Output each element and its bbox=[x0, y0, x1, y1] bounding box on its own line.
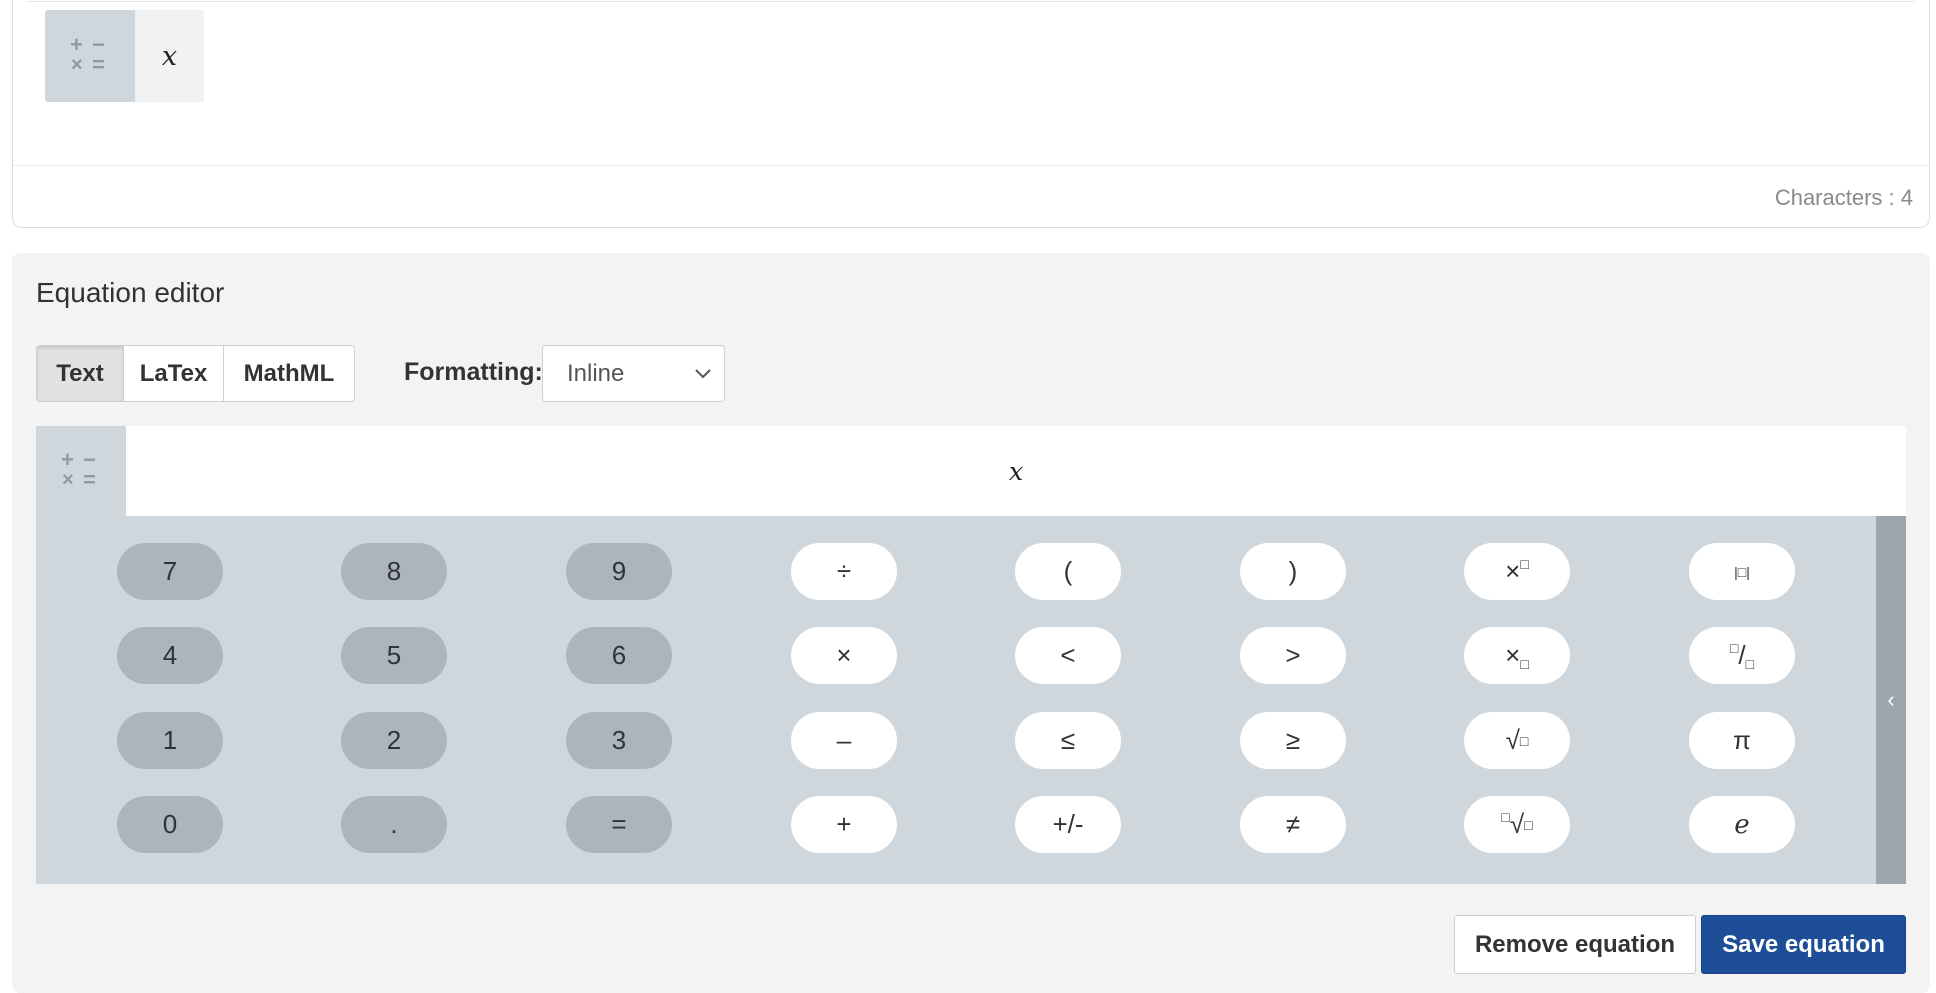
equation-chip-value: x bbox=[135, 10, 204, 102]
key-0[interactable]: 0 bbox=[117, 796, 223, 853]
key-greater-equal[interactable]: ≥ bbox=[1240, 712, 1346, 769]
key-decimal[interactable]: . bbox=[341, 796, 447, 853]
key-less-equal[interactable]: ≤ bbox=[1015, 712, 1121, 769]
mode-text-button[interactable]: Text bbox=[37, 346, 124, 401]
mode-toggle-group: Text LaTex MathML bbox=[36, 345, 355, 402]
keypad-collapse-toggle[interactable]: ‹ bbox=[1876, 516, 1906, 884]
answer-card: + − × = x Characters : 4 bbox=[12, 0, 1930, 228]
key-euler-e[interactable]: e bbox=[1689, 796, 1795, 853]
math-input-area: + − × = x 7 8 9 ÷ ( ) × □ |□| 4 5 6 × < > × □… bbox=[36, 426, 1906, 884]
key-greater-than[interactable]: > bbox=[1240, 627, 1346, 684]
key-not-equal[interactable]: ≠ bbox=[1240, 796, 1346, 853]
key-plus-minus[interactable]: +/- bbox=[1015, 796, 1121, 853]
key-divide[interactable]: ÷ bbox=[791, 543, 897, 600]
chevron-down-icon bbox=[695, 369, 711, 379]
key-open-paren[interactable]: ( bbox=[1015, 543, 1121, 600]
key-plus[interactable]: + bbox=[791, 796, 897, 853]
key-nth-root[interactable]: □ √ □ bbox=[1464, 796, 1570, 853]
formatting-select[interactable]: Inline bbox=[542, 345, 725, 402]
character-count: Characters : 4 bbox=[1774, 185, 1913, 210]
editor-title: Equation editor bbox=[36, 277, 225, 308]
key-fraction[interactable]: □ / □ bbox=[1689, 627, 1795, 684]
remove-equation-button[interactable]: Remove equation bbox=[1454, 915, 1696, 974]
key-less-than[interactable]: < bbox=[1015, 627, 1121, 684]
equation-editor-panel: Equation editor Text LaTex MathML Format… bbox=[12, 253, 1930, 993]
math-keypad: 7 8 9 ÷ ( ) × □ |□| 4 5 6 × < > × □ □ / □ 1 … bbox=[36, 516, 1876, 884]
math-input-field[interactable]: x bbox=[126, 426, 1906, 516]
mode-latex-button[interactable]: LaTex bbox=[124, 346, 224, 401]
key-multiply[interactable]: × bbox=[791, 627, 897, 684]
formatting-label: Formatting: bbox=[404, 358, 543, 386]
key-close-paren[interactable]: ) bbox=[1240, 543, 1346, 600]
key-minus[interactable]: – bbox=[791, 712, 897, 769]
key-2[interactable]: 2 bbox=[341, 712, 447, 769]
key-9[interactable]: 9 bbox=[566, 543, 672, 600]
key-subscript[interactable]: × □ bbox=[1464, 627, 1570, 684]
key-pi[interactable]: π bbox=[1689, 712, 1795, 769]
key-7[interactable]: 7 bbox=[117, 543, 223, 600]
divider bbox=[13, 165, 1929, 166]
key-5[interactable]: 5 bbox=[341, 627, 447, 684]
formatting-select-value: Inline bbox=[567, 359, 625, 387]
save-equation-button[interactable]: Save equation bbox=[1701, 915, 1906, 974]
key-3[interactable]: 3 bbox=[566, 712, 672, 769]
key-6[interactable]: 6 bbox=[566, 627, 672, 684]
math-operators-icon[interactable]: + − × = bbox=[36, 426, 126, 516]
key-8[interactable]: 8 bbox=[341, 543, 447, 600]
key-1[interactable]: 1 bbox=[117, 712, 223, 769]
key-equals[interactable]: = bbox=[566, 796, 672, 853]
chevron-left-icon: ‹ bbox=[1887, 687, 1895, 712]
key-4[interactable]: 4 bbox=[117, 627, 223, 684]
equation-chip[interactable]: + − × = x bbox=[45, 10, 204, 102]
mode-mathml-button[interactable]: MathML bbox=[224, 346, 354, 401]
math-operators-icon: + − × = bbox=[45, 10, 135, 102]
key-square-root[interactable]: √ □ bbox=[1464, 712, 1570, 769]
divider bbox=[27, 1, 1915, 2]
key-absolute-value[interactable]: |□| bbox=[1689, 543, 1795, 600]
key-superscript[interactable]: × □ bbox=[1464, 543, 1570, 600]
